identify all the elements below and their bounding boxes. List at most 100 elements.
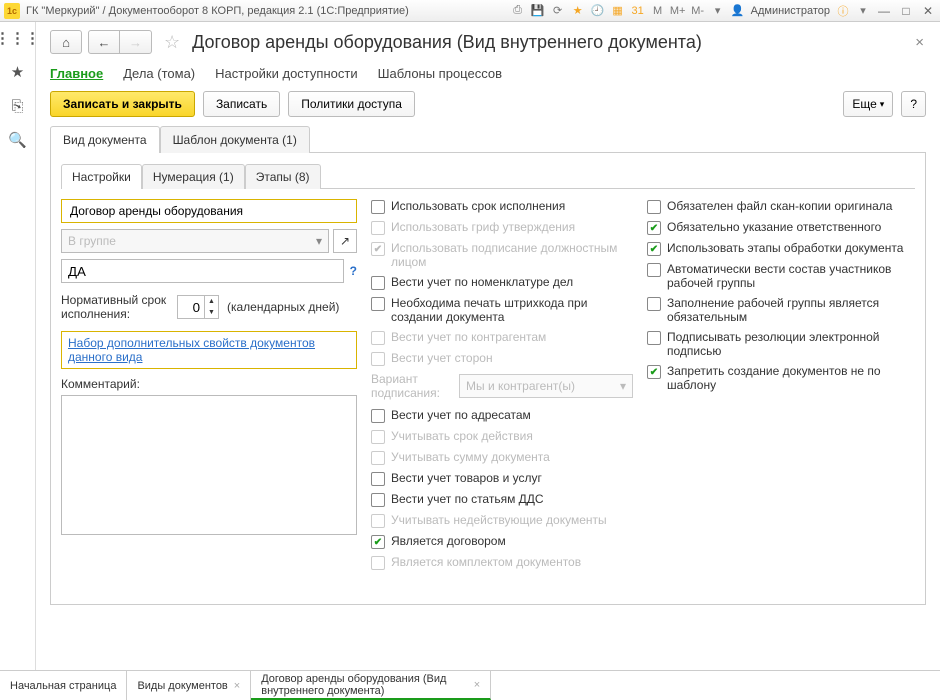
checkbox-row[interactable]: Использовать этапы обработки документа <box>647 241 915 256</box>
top-tabs: Вид документа Шаблон документа (1) <box>50 125 926 153</box>
spinner-down-icon[interactable]: ▼ <box>205 307 218 318</box>
clipboard-icon[interactable]: ⎘ <box>8 96 28 116</box>
m-plus-badge[interactable]: M+ <box>671 4 685 18</box>
tab-settings[interactable]: Настройки <box>61 164 142 189</box>
checkbox-row[interactable]: Обязательно указание ответственного <box>647 220 915 235</box>
tab-cases[interactable]: Дела (тома) <box>123 66 195 81</box>
checkbox-icon <box>371 242 385 256</box>
favorite-icon[interactable]: ★ <box>571 4 585 18</box>
checkbox-row[interactable]: Является договором <box>371 534 633 549</box>
checkbox-row[interactable]: Обязателен файл скан-копии оригинала <box>647 199 915 214</box>
save-icon[interactable]: 💾 <box>531 4 545 18</box>
checkbox-label: Является комплектом документов <box>391 555 633 569</box>
checkbox-label: Использовать срок исполнения <box>391 199 633 213</box>
info-dropdown-icon[interactable]: ▾ <box>856 4 870 18</box>
checkbox-row[interactable]: Вести учет товаров и услуг <box>371 471 633 486</box>
spinner-up-icon[interactable]: ▲ <box>205 296 218 307</box>
checkbox-row[interactable]: Подписывать резолюции электронной подпис… <box>647 330 915 358</box>
tab-numbering[interactable]: Нумерация (1) <box>142 164 245 189</box>
checkbox-row[interactable]: Необходима печать штрихкода при создании… <box>371 296 633 324</box>
index-help-icon[interactable]: ? <box>350 264 357 278</box>
checkbox-icon <box>371 430 385 444</box>
window-close-button[interactable]: ✕ <box>920 4 936 18</box>
help-button[interactable]: ? <box>901 91 926 117</box>
checkbox-icon[interactable] <box>371 409 385 423</box>
checkbox-icon[interactable] <box>647 365 661 379</box>
checkbox-row[interactable]: Вести учет по номенклатуре дел <box>371 275 633 290</box>
checkbox-label: Вести учет по номенклатуре дел <box>391 275 633 289</box>
checkbox-icon[interactable] <box>371 472 385 486</box>
tab-process-templates[interactable]: Шаблоны процессов <box>378 66 502 81</box>
checkbox-row[interactable]: Вести учет по адресатам <box>371 408 633 423</box>
checkbox-icon[interactable] <box>371 297 385 311</box>
extra-props-link[interactable]: Набор дополнительных свойств документов … <box>68 336 315 364</box>
checkbox-label: Использовать этапы обработки документа <box>667 241 915 255</box>
user-label[interactable]: Администратор <box>751 5 830 17</box>
tab-document-template[interactable]: Шаблон документа (1) <box>160 126 310 153</box>
checkbox-icon <box>371 556 385 570</box>
history-icon[interactable]: 🕘 <box>591 4 605 18</box>
apps-icon[interactable]: ⋮⋮⋮ <box>8 28 28 48</box>
group-open-button[interactable]: ↗ <box>333 229 357 253</box>
close-icon[interactable]: × <box>234 680 240 692</box>
refresh-icon[interactable]: ⟳ <box>551 4 565 18</box>
search-icon[interactable]: 🔍 <box>8 130 28 150</box>
save-button[interactable]: Записать <box>203 91 280 117</box>
checkbox-icon[interactable] <box>647 263 661 277</box>
checkbox-icon[interactable] <box>371 493 385 507</box>
favorite-star-icon[interactable]: ☆ <box>164 32 180 53</box>
checkbox-icon[interactable] <box>371 200 385 214</box>
checkbox-row: Является комплектом документов <box>371 555 633 570</box>
window-minimize-button[interactable]: — <box>876 4 892 18</box>
checkbox-icon[interactable] <box>647 297 661 311</box>
m-minus-badge[interactable]: M- <box>691 4 705 18</box>
norm-value-input[interactable] <box>178 299 204 316</box>
print-icon[interactable]: ⎙ <box>511 4 525 18</box>
doc-tab[interactable]: Договор аренды оборудования (Вид внутрен… <box>251 671 491 700</box>
norm-unit: (календарных дней) <box>227 300 339 314</box>
index-input[interactable] <box>61 259 344 283</box>
star-icon[interactable]: ★ <box>8 62 28 82</box>
group-select[interactable]: В группе ▾ <box>61 229 329 253</box>
checkbox-icon <box>371 331 385 345</box>
checkbox-row: Вести учет по контрагентам <box>371 330 633 345</box>
checkbox-icon[interactable] <box>647 221 661 235</box>
access-policies-button[interactable]: Политики доступа <box>288 91 415 117</box>
comment-textarea[interactable] <box>61 395 357 535</box>
checkbox-row[interactable]: Запретить создание документов не по шабл… <box>647 364 915 392</box>
checkbox-icon[interactable] <box>371 276 385 290</box>
checkbox-row[interactable]: Заполнение рабочей группы является обяза… <box>647 296 915 324</box>
name-field-wrapper[interactable] <box>61 199 357 223</box>
calendar-icon[interactable]: 31 <box>631 4 645 18</box>
tab-document-type[interactable]: Вид документа <box>50 126 160 153</box>
tab-stages[interactable]: Этапы (8) <box>245 164 321 189</box>
save-close-button[interactable]: Записать и закрыть <box>50 91 195 117</box>
variant-select[interactable]: Мы и контрагент(ы)▾ <box>459 374 633 398</box>
checkbox-icon[interactable] <box>371 535 385 549</box>
checkbox-label: Необходима печать штрихкода при создании… <box>391 296 633 324</box>
back-button[interactable]: ← <box>88 30 120 54</box>
command-bar: Записать и закрыть Записать Политики дос… <box>36 91 940 125</box>
home-button[interactable]: ⌂ <box>50 30 82 54</box>
info-icon[interactable]: ⓘ <box>836 4 850 18</box>
checkbox-row[interactable]: Использовать срок исполнения <box>371 199 633 214</box>
close-panel-button[interactable]: × <box>909 32 930 53</box>
close-icon[interactable]: × <box>474 679 480 691</box>
calc-icon[interactable]: ▦ <box>611 4 625 18</box>
dropdown-icon[interactable]: ▾ <box>711 4 725 18</box>
checkbox-icon[interactable] <box>647 200 661 214</box>
forward-button[interactable]: → <box>120 30 152 54</box>
checkbox-row[interactable]: Вести учет по статьям ДДС <box>371 492 633 507</box>
tab-main[interactable]: Главное <box>50 66 103 81</box>
checkbox-row[interactable]: Автоматически вести состав участников ра… <box>647 262 915 290</box>
window-maximize-button[interactable]: □ <box>898 4 914 18</box>
checkbox-icon[interactable] <box>647 242 661 256</box>
m-badge[interactable]: M <box>651 4 665 18</box>
norm-spinner[interactable]: ▲ ▼ <box>177 295 219 319</box>
doc-tab[interactable]: Начальная страница <box>0 671 127 700</box>
more-button[interactable]: Еще ▾ <box>843 91 893 117</box>
name-input[interactable] <box>68 203 350 219</box>
tab-access-settings[interactable]: Настройки доступности <box>215 66 357 81</box>
checkbox-icon[interactable] <box>647 331 661 345</box>
doc-tab[interactable]: Виды документов× <box>127 671 251 700</box>
